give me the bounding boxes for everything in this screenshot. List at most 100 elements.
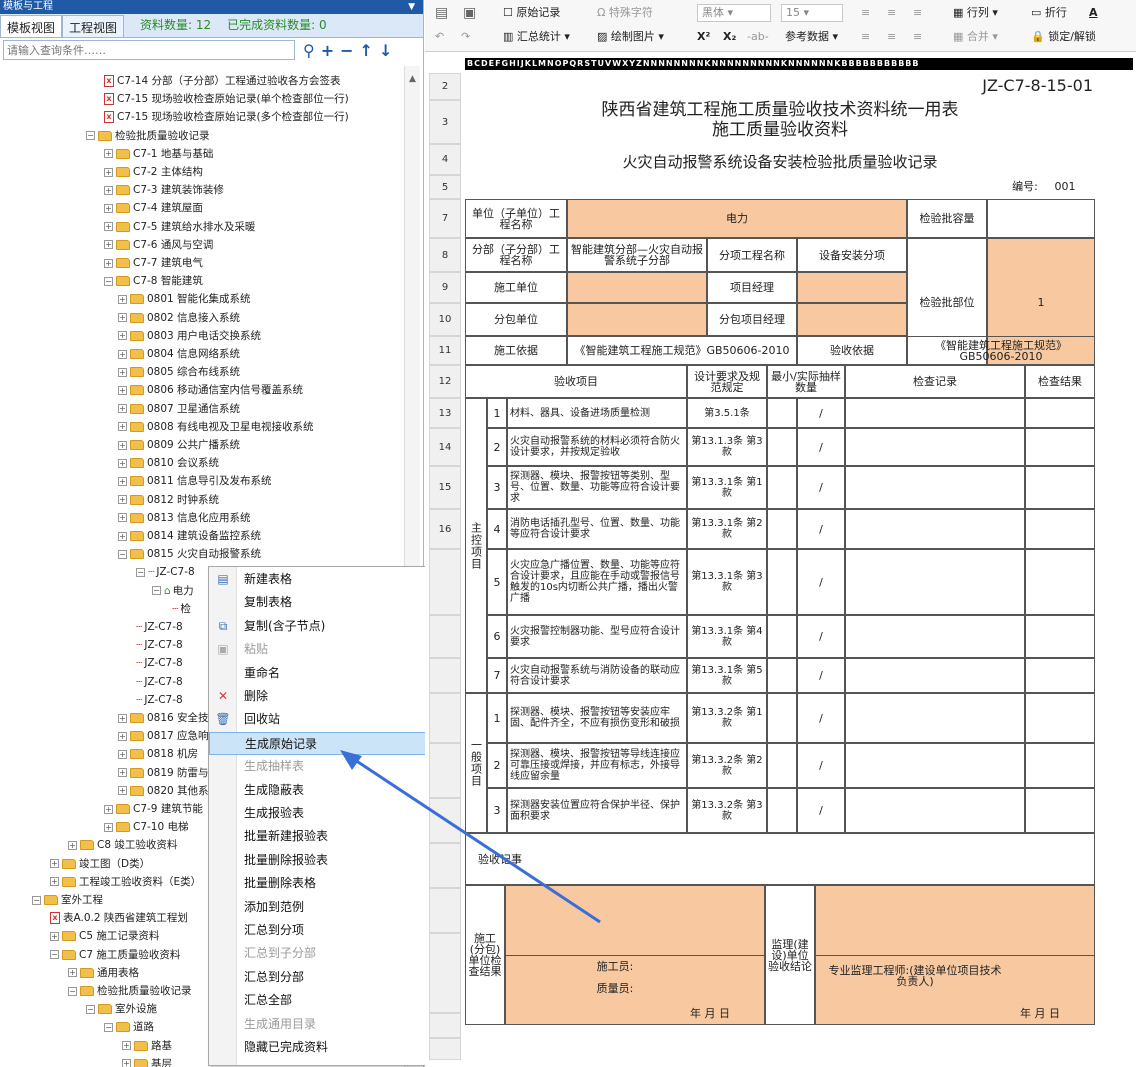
form-code[interactable]: JZ-C7-8-15-01 bbox=[855, 75, 1095, 95]
item-text[interactable]: 火灾自动报警系统的材料必须符合防火设计要求，并按规定验收 bbox=[507, 428, 687, 466]
move-down-icon[interactable]: ↓ bbox=[379, 41, 392, 60]
menu-item[interactable]: 生成报验表 bbox=[209, 802, 443, 825]
item-reference[interactable]: 第13.3.1条 第1款 bbox=[687, 466, 767, 509]
collapse-icon[interactable]: − bbox=[86, 1004, 95, 1014]
tree-node[interactable]: +0803 用户电话交换系统 bbox=[118, 327, 261, 345]
sample-actual[interactable]: / bbox=[797, 658, 845, 693]
item-number[interactable]: 3 bbox=[487, 466, 507, 509]
contractor-label[interactable]: 施工单位 bbox=[465, 272, 567, 303]
menu-item[interactable]: 批量新建报验表 bbox=[209, 825, 443, 848]
expand-icon[interactable]: + bbox=[104, 804, 113, 814]
item-number[interactable]: 7 bbox=[487, 658, 507, 693]
sample-actual[interactable]: / bbox=[797, 615, 845, 658]
expand-icon[interactable]: + bbox=[118, 749, 127, 759]
row-header[interactable]: 14 bbox=[429, 428, 461, 466]
menu-item[interactable]: 隐藏已完成资料 bbox=[209, 1036, 443, 1059]
tree-node[interactable]: + 通用表格 bbox=[68, 964, 139, 982]
menu-item[interactable]: 生成隐蔽表 bbox=[209, 779, 443, 802]
subscript-button[interactable]: X₂ bbox=[723, 26, 736, 48]
collapse-icon[interactable]: − bbox=[68, 986, 77, 996]
check-result[interactable] bbox=[1025, 743, 1095, 788]
tree-node[interactable]: +0817 应急响 bbox=[118, 727, 209, 745]
header-requirement[interactable]: 设计要求及规范规定 bbox=[687, 365, 767, 398]
tree-node[interactable]: − 0815 火灾自动报警系统 bbox=[118, 545, 261, 563]
tab-project-view[interactable]: 工程视图 bbox=[62, 15, 125, 37]
expand-icon[interactable]: + bbox=[68, 840, 77, 850]
check-record[interactable] bbox=[845, 788, 1025, 833]
tree-node[interactable]: x C7-15 现场验收检查原始记录(多个检查部位一行) bbox=[104, 108, 349, 126]
check-result[interactable] bbox=[1025, 658, 1095, 693]
expand-icon[interactable]: + bbox=[118, 422, 127, 432]
pm-label[interactable]: 项目经理 bbox=[707, 272, 797, 303]
align-middle-icon[interactable]: ≡ bbox=[887, 2, 896, 24]
expand-icon[interactable]: + bbox=[118, 768, 127, 778]
undo-icon[interactable]: ↶ bbox=[435, 26, 444, 48]
add-icon[interactable]: + bbox=[321, 41, 334, 60]
record-label[interactable]: 验收记事 bbox=[465, 833, 535, 885]
copy-format-icon[interactable]: ▤ bbox=[435, 2, 448, 24]
tree-node[interactable]: x C7-14 分部（子分部）工程通过验收各方会签表 bbox=[104, 72, 341, 90]
row-header[interactable]: 8 bbox=[429, 238, 461, 272]
sample-actual[interactable]: / bbox=[797, 788, 845, 833]
number-value[interactable]: 001 bbox=[1045, 178, 1085, 194]
menu-item[interactable]: 🗑 回收站 bbox=[209, 708, 443, 731]
menu-item[interactable]: 汇总到分项 bbox=[209, 919, 443, 942]
sample-actual[interactable]: / bbox=[797, 509, 845, 549]
align-top-icon[interactable]: ≡ bbox=[861, 2, 870, 24]
builder-label[interactable]: 施工员: bbox=[575, 956, 655, 976]
menu-item[interactable]: ✕ 删除 bbox=[209, 685, 443, 708]
unit-label[interactable]: 单位（子单位）工程名称 bbox=[465, 199, 567, 238]
tree-node[interactable]: − 室外设施 bbox=[86, 1000, 157, 1018]
special-chars-button[interactable]: Ω 特殊字符 bbox=[597, 2, 653, 24]
tree-node[interactable]: + C7-9 建筑节能 bbox=[104, 800, 203, 818]
item-number[interactable]: 2 bbox=[487, 428, 507, 466]
font-size-select[interactable]: 15 ▾ bbox=[781, 4, 843, 22]
expand-icon[interactable]: + bbox=[118, 349, 127, 359]
sample-actual[interactable]: / bbox=[797, 466, 845, 509]
menu-item[interactable]: ⧉ 复制(含子节点) bbox=[209, 615, 443, 638]
accept-basis-label[interactable]: 验收依据 bbox=[797, 336, 907, 365]
expand-icon[interactable]: + bbox=[104, 822, 113, 832]
menu-item[interactable]: 生成通用目录 bbox=[209, 1013, 443, 1036]
tree-node[interactable]: + 基层 bbox=[122, 1055, 172, 1067]
item-text[interactable]: 探测器、模块、报警按钮等导线连接应可靠压接或焊接，并应有标志，外接导线应留余量 bbox=[507, 743, 687, 788]
tree-node[interactable]: + C7-2 主体结构 bbox=[104, 163, 203, 181]
engineer-label[interactable]: 专业监理工程师:(建设单位项目技术负责人) bbox=[825, 958, 1005, 994]
collapse-icon[interactable]: − bbox=[152, 586, 161, 596]
merge-button[interactable]: ▦ 合并 ▾ bbox=[953, 26, 998, 48]
tree-node[interactable]: +0807 卫星通信系统 bbox=[118, 400, 240, 418]
expand-icon[interactable]: + bbox=[104, 185, 113, 195]
division-label[interactable]: 分部（子分部）工程名称 bbox=[465, 238, 567, 272]
check-result[interactable] bbox=[1025, 509, 1095, 549]
tree-node[interactable]: +0802 信息接入系统 bbox=[118, 309, 240, 327]
expand-icon[interactable]: + bbox=[118, 440, 127, 450]
collapse-icon[interactable]: − bbox=[50, 950, 59, 960]
capacity-value[interactable] bbox=[987, 199, 1095, 238]
redo-icon[interactable]: ↷ bbox=[461, 26, 470, 48]
expand-icon[interactable]: + bbox=[118, 367, 127, 377]
item-reference[interactable]: 第13.3.2条 第2款 bbox=[687, 743, 767, 788]
row-header[interactable]: 9 bbox=[429, 272, 461, 303]
tree-node[interactable]: ┄ JZ-C7-8 bbox=[136, 654, 183, 672]
tree-node[interactable]: + C7-6 通风与空调 bbox=[104, 236, 213, 254]
form-heading[interactable]: 火灾自动报警系统设备安装检验批质量验收记录 bbox=[465, 150, 1095, 174]
menu-item[interactable]: 汇总到子分部 bbox=[209, 942, 443, 965]
tree-node[interactable]: +0816 安全技 bbox=[118, 709, 209, 727]
tree-node[interactable]: +0810 会议系统 bbox=[118, 454, 219, 472]
basis-label[interactable]: 施工依据 bbox=[465, 336, 567, 365]
scroll-up-icon[interactable]: ▲ bbox=[405, 66, 420, 84]
menu-item[interactable]: 添加到范例 bbox=[209, 896, 443, 919]
row-header[interactable]: 11 bbox=[429, 336, 461, 365]
sample-min[interactable] bbox=[767, 658, 797, 693]
sample-min[interactable] bbox=[767, 509, 797, 549]
tree-node[interactable]: +0811 信息导引及发布系统 bbox=[118, 472, 272, 490]
sample-actual[interactable]: / bbox=[797, 428, 845, 466]
tree-node[interactable]: ┄ JZ-C7-8 bbox=[136, 636, 183, 654]
sample-min[interactable] bbox=[767, 615, 797, 658]
check-record[interactable] bbox=[845, 615, 1025, 658]
check-result[interactable] bbox=[1025, 398, 1095, 428]
record-row[interactable] bbox=[465, 833, 1095, 885]
sample-min[interactable] bbox=[767, 466, 797, 509]
accept-basis-value[interactable]: 《智能建筑工程施工规范》GB50606-2010 bbox=[907, 336, 1095, 365]
collapse-icon[interactable]: − bbox=[118, 549, 127, 559]
